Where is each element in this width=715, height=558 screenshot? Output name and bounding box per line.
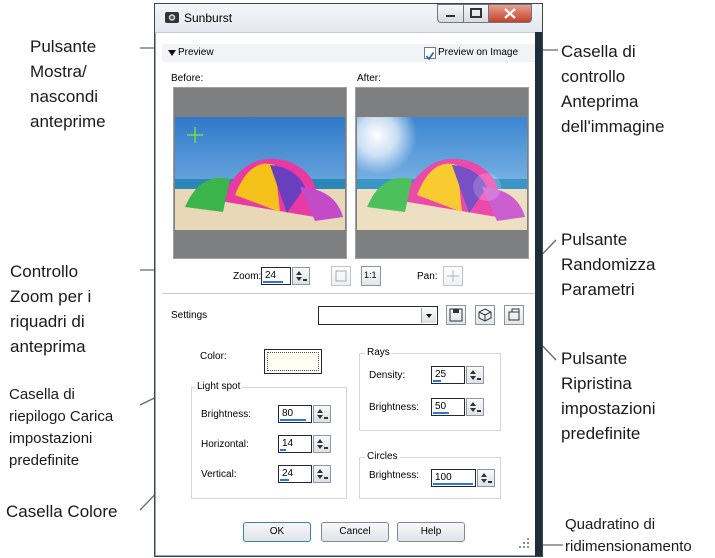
callout-reset-defaults: Pulsante Ripristina impostazioni predefini… — [561, 349, 656, 443]
rays-group-label: Rays — [365, 347, 392, 358]
horizontal-label: Horizontal: — [201, 439, 249, 450]
circles-brightness-label: Brightness: — [369, 470, 420, 481]
pan-icon — [447, 270, 459, 282]
spin-arrows-icon — [481, 473, 492, 483]
callout-show-hide-previews: Pulsante Mostra/ nascondi anteprime — [30, 37, 106, 131]
density-label: Density: — [369, 370, 406, 381]
window-title: Sunburst — [184, 11, 233, 25]
vertical-input[interactable]: 24 — [278, 465, 312, 483]
light-brightness-stepper[interactable] — [313, 405, 331, 423]
color-swatch[interactable] — [264, 349, 322, 374]
preview-on-image-checkbox[interactable] — [424, 47, 436, 61]
fit-icon — [335, 270, 347, 282]
save-preset-button[interactable] — [446, 305, 466, 325]
floppy-disk-icon — [449, 308, 463, 322]
randomize-parameters-button[interactable] — [475, 305, 495, 325]
callout-randomize: Pulsante Randomizza Parametri — [561, 230, 656, 299]
preview-toggle-label: Preview — [178, 47, 214, 58]
callout-color-box: Casella Colore — [6, 502, 118, 521]
spin-arrows-icon — [296, 271, 307, 281]
rays-brightness-input[interactable]: 50 — [431, 398, 465, 416]
before-label: Before: — [171, 73, 204, 84]
load-presets-dropdown[interactable] — [318, 306, 438, 325]
density-input[interactable]: 25 — [431, 366, 465, 384]
minimize-button[interactable] — [437, 4, 464, 23]
horizontal-stepper[interactable] — [313, 435, 331, 453]
spin-arrows-icon — [317, 469, 328, 479]
pan-label: Pan: — [417, 271, 438, 282]
light-brightness-input[interactable]: 80 — [278, 405, 312, 423]
after-preview[interactable] — [355, 87, 529, 259]
before-preview-image — [175, 117, 345, 230]
close-button[interactable] — [488, 4, 532, 23]
density-stepper[interactable] — [466, 366, 484, 384]
callout-load-presets: Casella di riepilogo Carica impostazioni p… — [9, 386, 114, 469]
separator — [162, 293, 535, 294]
zoom-label: Zoom: — [233, 271, 262, 282]
horizontal-input[interactable]: 14 — [278, 435, 312, 453]
vertical-stepper[interactable] — [313, 465, 331, 483]
checkmark-icon — [425, 52, 435, 61]
resize-grip-icon[interactable] — [517, 536, 531, 550]
maximize-button[interactable] — [463, 4, 489, 23]
reset-icon — [508, 308, 520, 321]
circles-brightness-stepper[interactable] — [477, 469, 495, 487]
color-label: Color: — [200, 351, 227, 362]
triangle-down-icon — [168, 50, 176, 56]
camera-icon — [165, 12, 179, 23]
callout-preview-on-image: Casella di controllo Anteprima dell'immagi… — [561, 42, 665, 136]
help-button[interactable]: Help — [397, 522, 465, 542]
light-spot-group-label: Light spot — [195, 381, 243, 392]
light-brightness-label: Brightness: — [201, 409, 252, 420]
dice-icon — [478, 308, 492, 322]
zoom-input[interactable]: 24 — [261, 267, 291, 285]
circles-brightness-input[interactable]: 100 — [431, 469, 476, 487]
spin-arrows-icon — [470, 370, 481, 380]
reset-defaults-button[interactable] — [504, 305, 524, 325]
actual-size-button[interactable]: 1:1 — [361, 266, 381, 286]
preview-on-image-label: Preview on Image — [438, 47, 519, 58]
cancel-button[interactable]: Cancel — [321, 522, 389, 542]
window-right-edge — [535, 32, 542, 556]
callout-zoom-control: Controllo Zoom per i riquadri di anteprima — [10, 262, 92, 356]
settings-label: Settings — [171, 310, 208, 321]
spin-arrows-icon — [317, 409, 328, 419]
spin-arrows-icon — [470, 402, 481, 412]
ok-button[interactable]: OK — [243, 522, 311, 542]
rays-group — [359, 353, 501, 431]
vertical-label: Vertical: — [201, 469, 237, 480]
after-label: After: — [357, 73, 381, 84]
sunburst-dialog: Sunburst Preview Preview on Image Before… — [154, 3, 543, 557]
callout-resize-grip: Quadratino di ridimensionamento — [565, 516, 692, 555]
chevron-down-icon — [426, 314, 432, 318]
spin-arrows-icon — [317, 439, 328, 449]
dropdown-arrow-button[interactable] — [421, 308, 436, 323]
title-bar[interactable]: Sunburst — [155, 4, 542, 33]
circles-group-label: Circles — [365, 451, 400, 462]
show-hide-previews-button[interactable]: Preview — [164, 45, 226, 61]
zoom-stepper[interactable] — [292, 267, 310, 285]
rays-brightness-label: Brightness: — [369, 402, 420, 413]
zoom-to-fit-button[interactable] — [331, 266, 351, 286]
after-preview-image — [357, 117, 527, 230]
maximize-icon — [470, 8, 482, 18]
minimize-icon — [446, 15, 455, 17]
before-preview[interactable] — [173, 87, 347, 259]
close-icon — [504, 8, 516, 19]
rays-brightness-stepper[interactable] — [466, 398, 484, 416]
pan-button[interactable] — [443, 266, 463, 286]
